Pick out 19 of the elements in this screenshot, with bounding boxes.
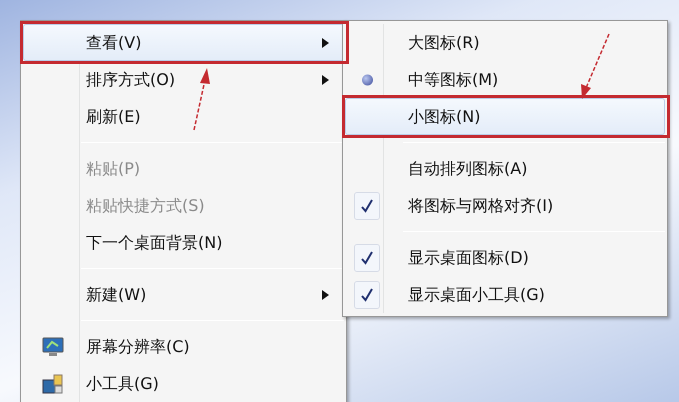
menu-item[interactable]: 大图标(R) — [345, 24, 665, 61]
menu-item[interactable]: 将图标与网格对齐(I) — [345, 187, 665, 224]
menu-item[interactable]: 排序方式(O) — [23, 61, 344, 98]
menu-item[interactable]: 自动排列图标(A) — [345, 150, 665, 187]
monitor-icon — [42, 336, 64, 356]
menu-item[interactable]: 小工具(G) — [23, 365, 344, 402]
menu-item[interactable]: 新建(W) — [23, 276, 344, 313]
arrow-annotation — [193, 68, 210, 130]
menu-item[interactable]: 下一个桌面背景(N) — [23, 224, 344, 261]
arrow-annotation — [581, 34, 610, 99]
menu-item[interactable]: 中等图标(M) — [345, 61, 665, 98]
menu-item[interactable]: 刷新(E) — [23, 98, 344, 135]
menu-item[interactable]: 显示桌面小工具(G) — [345, 276, 665, 313]
menu-item[interactable]: 显示桌面图标(D) — [345, 239, 665, 276]
submenu-arrow-icon — [322, 38, 329, 48]
submenu-arrow-icon — [322, 290, 329, 300]
submenu-arrow-icon — [322, 74, 329, 84]
gadget-icon — [42, 372, 64, 394]
menu-item[interactable]: 屏幕分辨率(C) — [23, 328, 344, 365]
